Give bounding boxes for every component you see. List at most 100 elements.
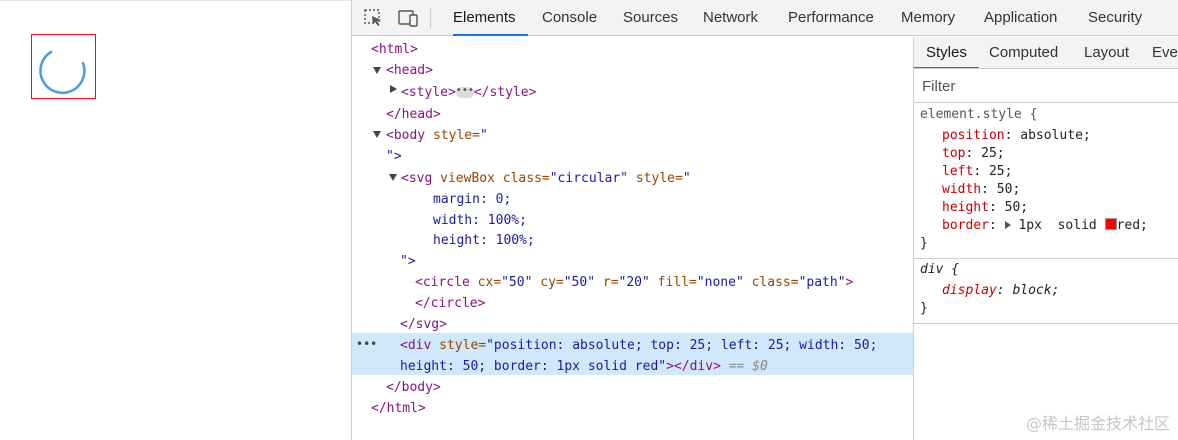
attr-name: style= [425,128,480,143]
tab-performance[interactable]: Performance [788,0,874,36]
tab-sources[interactable]: Sources [623,0,678,36]
rule-element-style: element.style { position: absolute; top:… [914,106,1178,256]
node-body-open[interactable]: <body style=" [352,125,913,146]
brace: } [920,301,928,316]
rule-selector[interactable]: div { [914,261,1178,279]
selected-node-ref: == $0 [720,359,768,374]
node-style[interactable]: <style>•••</style> [352,82,913,103]
prop-value: 50; [996,182,1021,197]
svg-attr-end: "> [352,251,913,272]
tag-text: </head> [386,107,441,122]
inspect-element-icon[interactable] [363,8,385,28]
tag-text: <head> [386,63,433,78]
tab-network[interactable]: Network [703,0,758,36]
attr-value: " [479,128,488,143]
css-text: width: 100%; [433,213,527,228]
attr-value: "50" [501,275,533,290]
attr-name: viewBox [432,171,495,186]
svg-style-line: height: 100%; [352,230,913,251]
attr-value: "none" [696,275,744,290]
styles-filter-input[interactable] [922,76,1162,96]
rule-divider [914,258,1178,259]
style-property[interactable]: border: 1px solid red; [914,217,1178,235]
tab-security[interactable]: Security [1088,0,1142,36]
attr-value: "circular" [549,171,629,186]
attr-name: r= [595,275,619,290]
node-head-open[interactable]: <head> [352,60,913,81]
color-swatch-icon[interactable] [1104,218,1117,230]
styles-filter-bar [914,69,1178,103]
tag-text: </body> [386,380,441,395]
device-toolbar-icon[interactable] [397,8,419,28]
rule-selector[interactable]: element.style { [914,106,1178,124]
collapsed-content-chip[interactable]: ••• [455,86,474,98]
attr-value: height: 50; border: 1px solid red" [400,359,667,374]
prop-name: border [942,218,989,233]
attr-name: style= [431,338,487,353]
rule-close: } [914,235,1178,253]
tab-event-listeners[interactable]: Event Listeners [1152,37,1178,68]
attr-name: class= [743,275,799,290]
tab-elements[interactable]: Elements [453,0,528,36]
prop-value: 25; [988,164,1013,179]
prop-value: absolute; [1020,128,1091,143]
rule-divider [914,323,1178,324]
svg-style-line: width: 100%; [352,210,913,231]
node-svg-open[interactable]: <svg viewBox class="circular" style=" [352,168,913,189]
watermark: @稀土掘金技术社区 [1025,414,1170,433]
tag-text: ></div> [666,359,721,374]
node-div-selected[interactable]: <div style="position: absolute; top: 25;… [352,335,913,356]
prop-value: 1px solid [1018,218,1097,233]
node-circle[interactable]: <circle cx="50" cy="50" r="20" fill="non… [352,272,913,293]
style-property[interactable]: left: 25; [914,163,1178,181]
tag-text: <div [400,338,432,353]
node-html-close[interactable]: </html> [352,398,913,419]
attr-value: "> [386,149,402,164]
selector-text: div { [920,262,960,277]
tag-text: </style> [473,85,537,100]
styles-sidebar: Styles Computed Layout Event Listeners e… [913,37,1178,440]
prop-value: red; [1116,218,1148,233]
attr-name: cy= [532,275,564,290]
tag-text: <svg [401,171,433,186]
tab-computed[interactable]: Computed [989,37,1058,68]
style-property[interactable]: height: 50; [914,199,1178,217]
rule-div-useragent: div { display: block; } [914,261,1178,331]
attr-name: cx= [469,275,502,290]
tag-text: > [845,275,854,290]
node-html-open[interactable]: <html> [352,39,913,60]
prop-value: block; [1012,283,1060,298]
tag-text: </svg> [400,317,447,332]
tab-application[interactable]: Application [984,0,1057,36]
node-body-close[interactable]: </body> [352,377,913,398]
attr-value: "path" [798,275,846,290]
style-property[interactable]: width: 50; [914,181,1178,199]
prop-name: display [942,283,997,298]
node-svg-close[interactable]: </svg> [352,314,913,335]
prop-value: 25; [981,146,1005,161]
node-circle-close[interactable]: </circle> [352,293,913,314]
tag-text: </html> [371,401,426,416]
attr-name: style= [628,171,683,186]
attr-value: " [682,171,691,186]
node-div-selected-cont[interactable]: height: 50; border: 1px solid red"></div… [352,356,913,377]
attr-value: "> [400,254,416,269]
elements-dom-tree: ••• <html> <head> <style>•••</style> </h… [352,37,913,440]
tag-text: <html> [371,42,418,57]
rule-close: } [914,300,1178,318]
tab-memory[interactable]: Memory [901,0,955,36]
prop-name: left [942,164,974,179]
tag-text: <style> [401,85,456,100]
highlighted-div-box [31,34,96,99]
css-text: height: 100%; [433,233,535,248]
prop-name: width [942,182,982,197]
style-property[interactable]: top: 25; [914,145,1178,163]
tab-styles[interactable]: Styles [914,37,979,68]
devtools-panel: Elements Console Sources Network Perform… [351,0,1178,440]
tab-layout[interactable]: Layout [1084,37,1129,68]
style-property[interactable]: position: absolute; [914,127,1178,145]
tag-text: <circle [415,275,470,290]
tab-console[interactable]: Console [542,0,597,36]
node-head-close[interactable]: </head> [352,104,913,125]
styles-tab-strip: Styles Computed Layout Event Listeners [914,37,1178,69]
